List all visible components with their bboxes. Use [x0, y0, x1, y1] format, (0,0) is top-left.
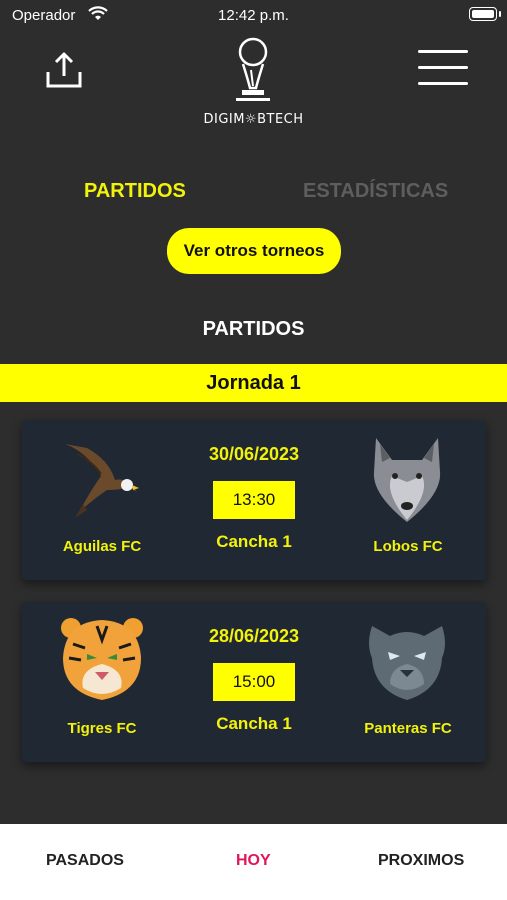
match-date: 28/06/2023: [208, 626, 300, 646]
bottom-nav: PASADOS HOY PROXIMOS: [0, 824, 507, 900]
match-card[interactable]: Tigres FC 28/06/2023 15:00 Cancha 1 Pant…: [22, 602, 486, 762]
section-title: PARTIDOS: [202, 318, 305, 340]
menu-button[interactable]: [418, 50, 468, 90]
wolf-icon: [373, 438, 441, 522]
status-bar: Operador 12:42 p.m.: [0, 0, 507, 32]
nav-hoy[interactable]: HOY: [236, 852, 271, 870]
nav-proximos[interactable]: PROXIMOS: [378, 852, 464, 870]
away-team-name: Lobos FC: [373, 538, 443, 555]
match-date: 30/06/2023: [208, 444, 300, 464]
match-card[interactable]: Aguilas FC 30/06/2023 13:30 Cancha 1 Lob…: [22, 420, 486, 580]
trophy-logo-icon: [236, 37, 270, 101]
home-team-name: Aguilas FC: [62, 538, 142, 555]
nav-pasados[interactable]: PASADOS: [46, 852, 124, 870]
match-venue: Cancha 1: [216, 714, 292, 733]
share-button[interactable]: [44, 50, 84, 90]
panther-icon: [369, 626, 445, 700]
logo-text: DIGIM☼BTECH: [203, 112, 304, 127]
app-logo: DIGIM☼BTECH: [190, 36, 317, 131]
share-icon: [46, 52, 82, 88]
away-team-name: Panteras FC: [364, 720, 452, 737]
home-team-name: Tigres FC: [67, 720, 137, 737]
tab-estadisticas[interactable]: ESTADÍSTICAS: [303, 180, 448, 208]
round-header: Jornada 1: [0, 364, 507, 402]
clock: 12:42 p.m.: [218, 7, 289, 24]
match-time: 15:00: [213, 663, 295, 701]
battery-icon: [469, 7, 501, 21]
match-time: 13:30: [213, 481, 295, 519]
other-tournaments-button[interactable]: Ver otros torneos: [167, 228, 341, 274]
tab-partidos[interactable]: PARTIDOS: [84, 180, 186, 208]
tiger-icon: [61, 618, 143, 700]
eagle-icon: [65, 444, 139, 518]
hamburger-menu-icon: [418, 50, 468, 85]
match-venue: Cancha 1: [216, 532, 292, 551]
